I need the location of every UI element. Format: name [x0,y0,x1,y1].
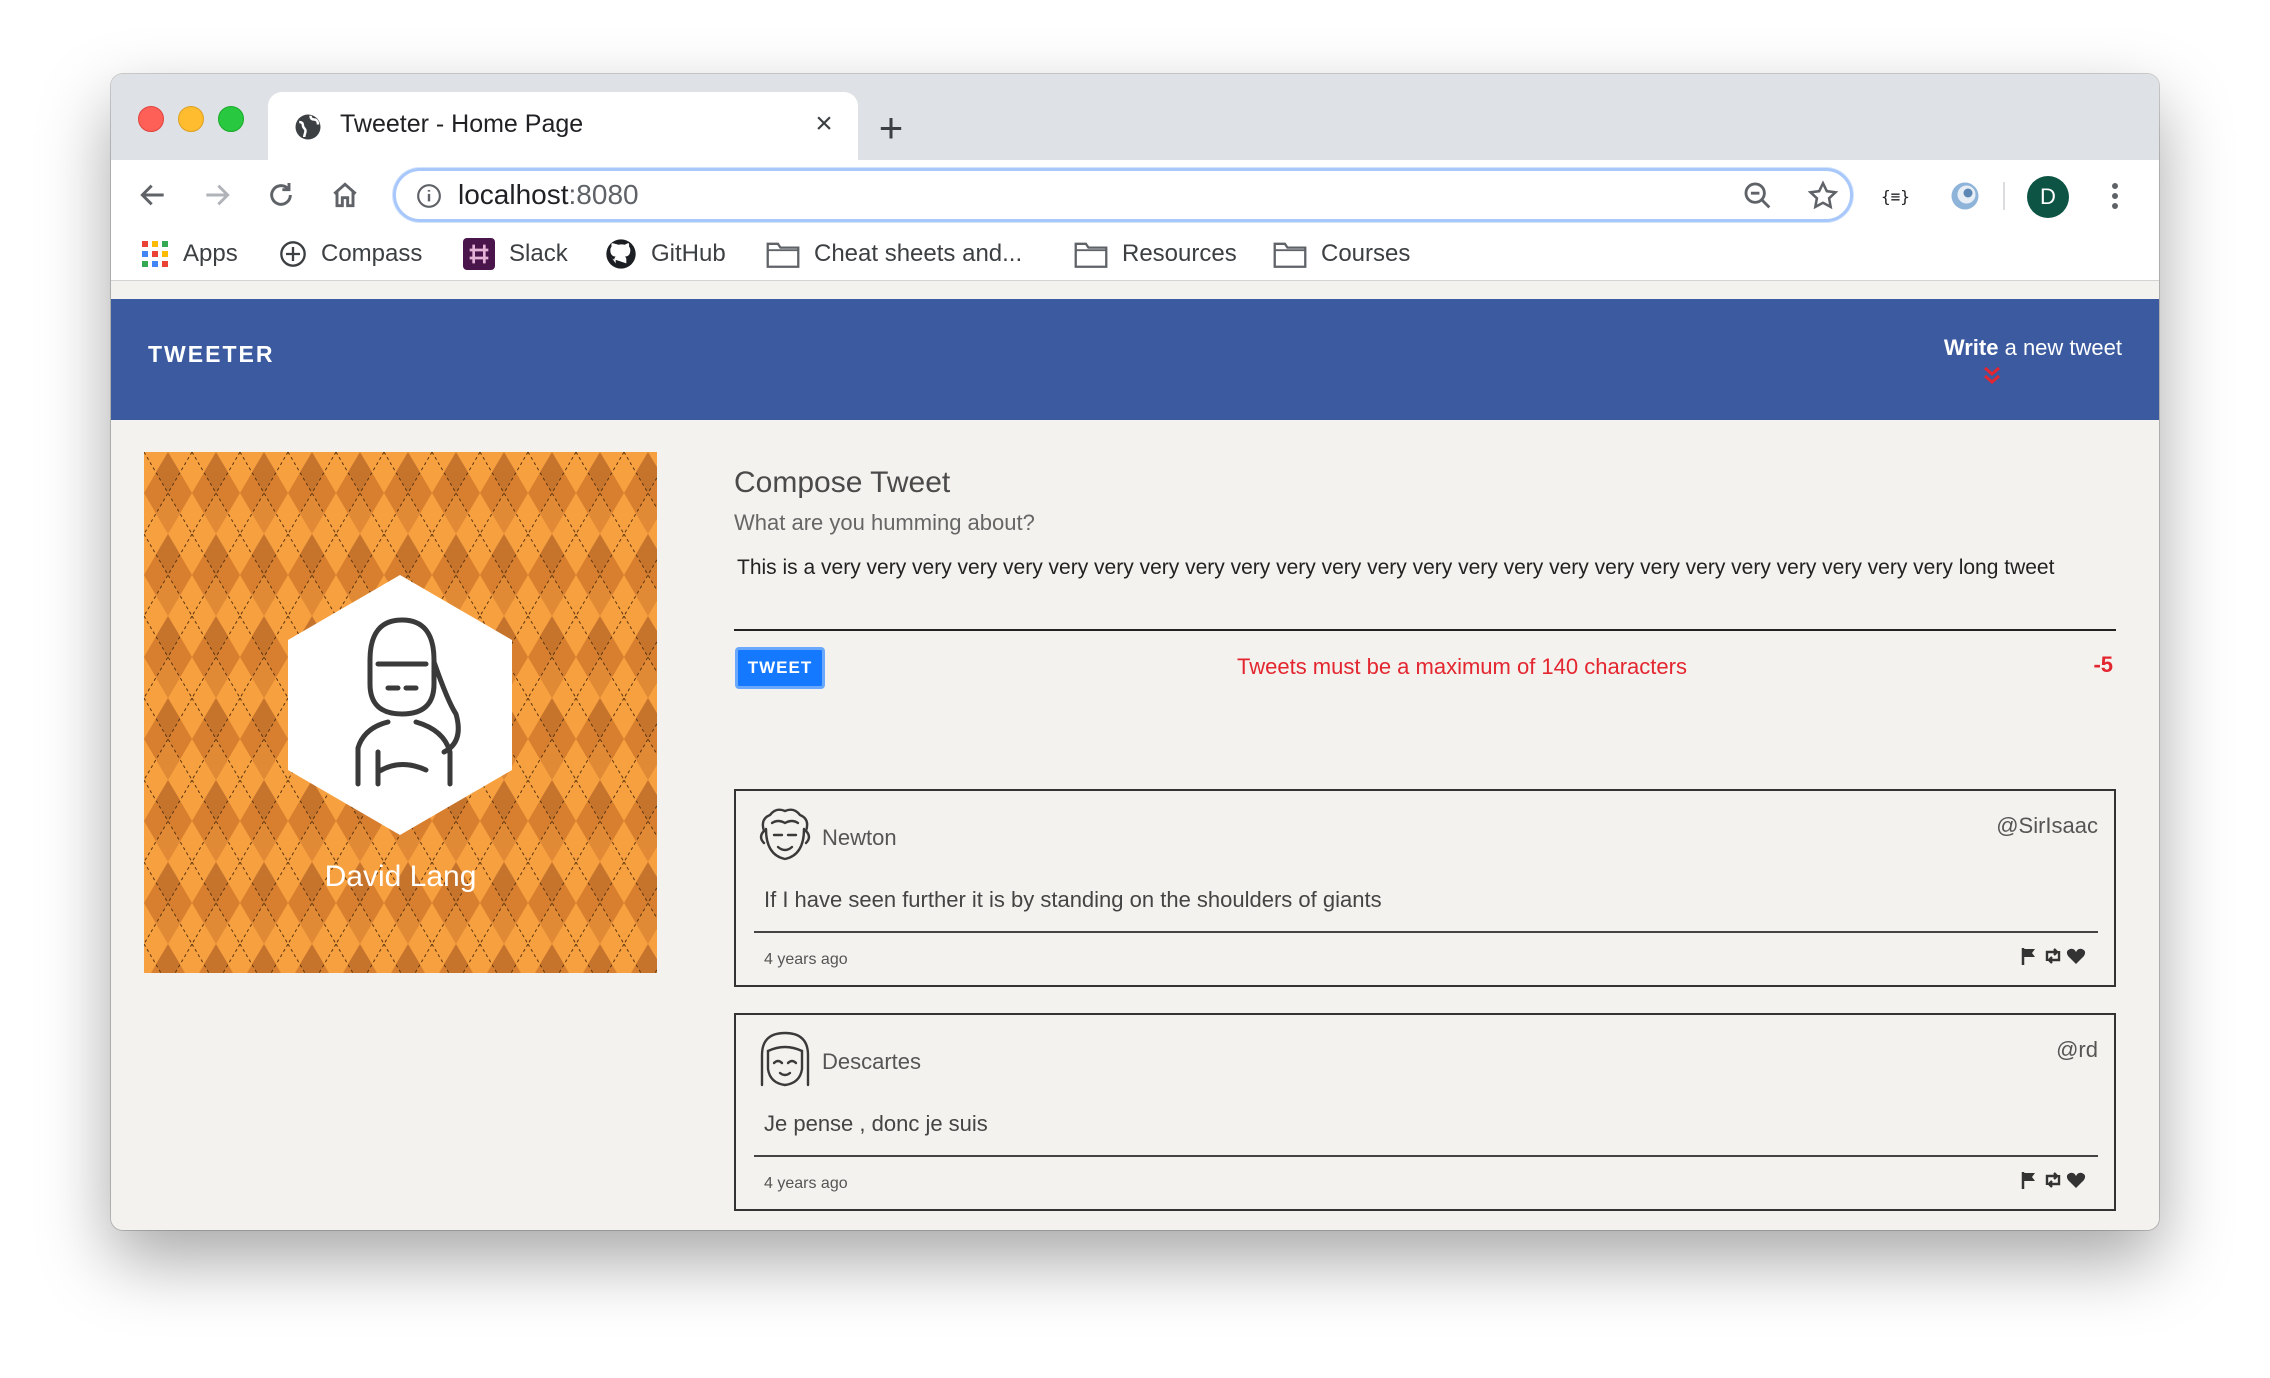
svg-text:{≡}: {≡} [1881,187,1910,206]
new-tab-button[interactable]: + [871,107,911,149]
descartes-avatar-icon [760,1031,810,1087]
chevron-double-down-icon[interactable] [1982,365,2002,387]
tweet-author-handle: @SirIsaac [1996,813,2098,838]
error-message: Tweets must be a maximum of 140 characte… [1237,654,1687,679]
argyle-pattern [144,452,657,973]
tweet-submit-button[interactable]: TWEET [735,647,825,689]
menu-dots-icon[interactable] [2105,180,2125,212]
bookmark-label: Resources [1122,240,1237,267]
home-icon [333,182,357,208]
toolbar: localhost:8080 {≡} D [111,160,2159,230]
flag-icon[interactable] [2020,946,2040,966]
close-window-button[interactable] [138,106,164,132]
character-counter: -5 [2093,652,2113,677]
maximize-window-button[interactable] [218,106,244,132]
info-icon[interactable] [416,183,442,209]
profile-name: David Lang [324,860,477,893]
tweet-author-name: Newton [822,825,897,850]
bookmark-resources[interactable]: Resources [1074,236,1237,272]
bookmark-label: Compass [321,240,423,267]
bookmark-label: Slack [509,240,568,267]
bookmark-label: Cheat sheets and... [814,240,1023,267]
star-icon[interactable] [1806,179,1840,213]
profile-avatar-button[interactable]: D [2027,176,2069,218]
bookmark-apps[interactable]: Apps [141,236,238,272]
tweet-author-handle: @rd [2056,1037,2098,1062]
forward-button[interactable] [193,171,241,219]
tweet-divider [754,931,2098,933]
bookmark-courses[interactable]: Courses [1273,236,1410,272]
bookmarks-bar: Apps Compass Slack GitHub Cheat sheets a… [111,230,2159,281]
json-extension-icon[interactable]: {≡} [1877,182,1917,210]
slack-icon [463,238,495,270]
url-port: :8080 [568,179,639,210]
bookmark-label: Apps [183,240,238,267]
bookmark-label: GitHub [651,240,726,267]
bookmark-cheatsheets[interactable]: Cheat sheets and... [766,236,1022,272]
heart-icon[interactable] [2066,1170,2086,1190]
arrow-right-icon [206,184,230,206]
tweet-content: If I have seen further it is by standing… [764,887,1382,912]
bookmark-slack[interactable]: Slack [463,236,568,272]
arrow-left-icon [140,184,164,206]
tab-close-icon[interactable]: × [808,108,840,140]
minimize-window-button[interactable] [178,106,204,132]
address-bar[interactable]: localhost:8080 [393,168,1853,222]
url-host: localhost [458,179,569,210]
retweet-icon[interactable] [2042,1170,2064,1190]
web-page: TWEETER Write a new tweet David Lang Com… [111,299,2159,1230]
write-new-tweet-link[interactable]: Write a new tweet [1944,335,2122,361]
reload-button[interactable] [257,171,305,219]
tweet-textarea[interactable]: This is a very very very very very very … [737,556,2117,580]
retweet-icon[interactable] [2042,946,2064,966]
write-label-rest: a new tweet [1998,335,2122,360]
home-button[interactable] [321,171,369,219]
heart-icon[interactable] [2066,946,2086,966]
tweet-content: Je pense , donc je suis [764,1111,988,1136]
bookmark-github[interactable]: GitHub [605,236,726,272]
newton-avatar-icon [759,808,811,861]
tweet-card: Descartes @rd Je pense , donc je suis 4 … [734,1013,2116,1211]
tweet-divider [754,1155,2098,1157]
bookmark-label: Courses [1321,240,1411,267]
folder-icon [1074,242,1108,268]
write-label: Write [1943,335,1999,360]
tab-strip: Tweeter - Home Page × + [111,74,2159,160]
extension-icon[interactable] [1947,178,1983,214]
brand-logo[interactable]: TWEETER [148,341,274,368]
back-button[interactable] [129,171,177,219]
tab-active[interactable]: Tweeter - Home Page × [268,92,858,160]
profile-card: David Lang [144,452,657,973]
url-text[interactable]: localhost:8080 [458,179,639,211]
toolbar-divider [2003,182,2005,210]
tweet-author-name: Descartes [822,1049,922,1074]
compass-icon [280,241,306,267]
apps-grid-icon [142,241,168,267]
flag-icon[interactable] [2020,1170,2040,1190]
tweet-timestamp: 4 years ago [764,1175,848,1192]
github-icon [606,239,636,269]
globe-icon [295,114,321,140]
tweet-actions [2020,1170,2086,1190]
folder-icon [766,242,800,268]
compose-underline [734,629,2116,631]
tweet-timestamp: 4 years ago [764,951,848,968]
reload-icon [270,183,292,206]
tweet-card: Newton @SirIsaac If I have seen further … [734,789,2116,987]
app-navbar: TWEETER Write a new tweet [111,299,2159,420]
compose-prompt: What are you humming about? [734,510,1035,535]
compose-title: Compose Tweet [734,466,951,499]
folder-icon [1273,242,1307,268]
bookmark-compass[interactable]: Compass [279,236,422,272]
zoom-icon[interactable] [1741,179,1775,213]
tab-title: Tweeter - Home Page [340,110,584,138]
tweet-actions [2020,946,2086,966]
browser-window: Tweeter - Home Page × + localhost:8080 {… [111,74,2159,1230]
